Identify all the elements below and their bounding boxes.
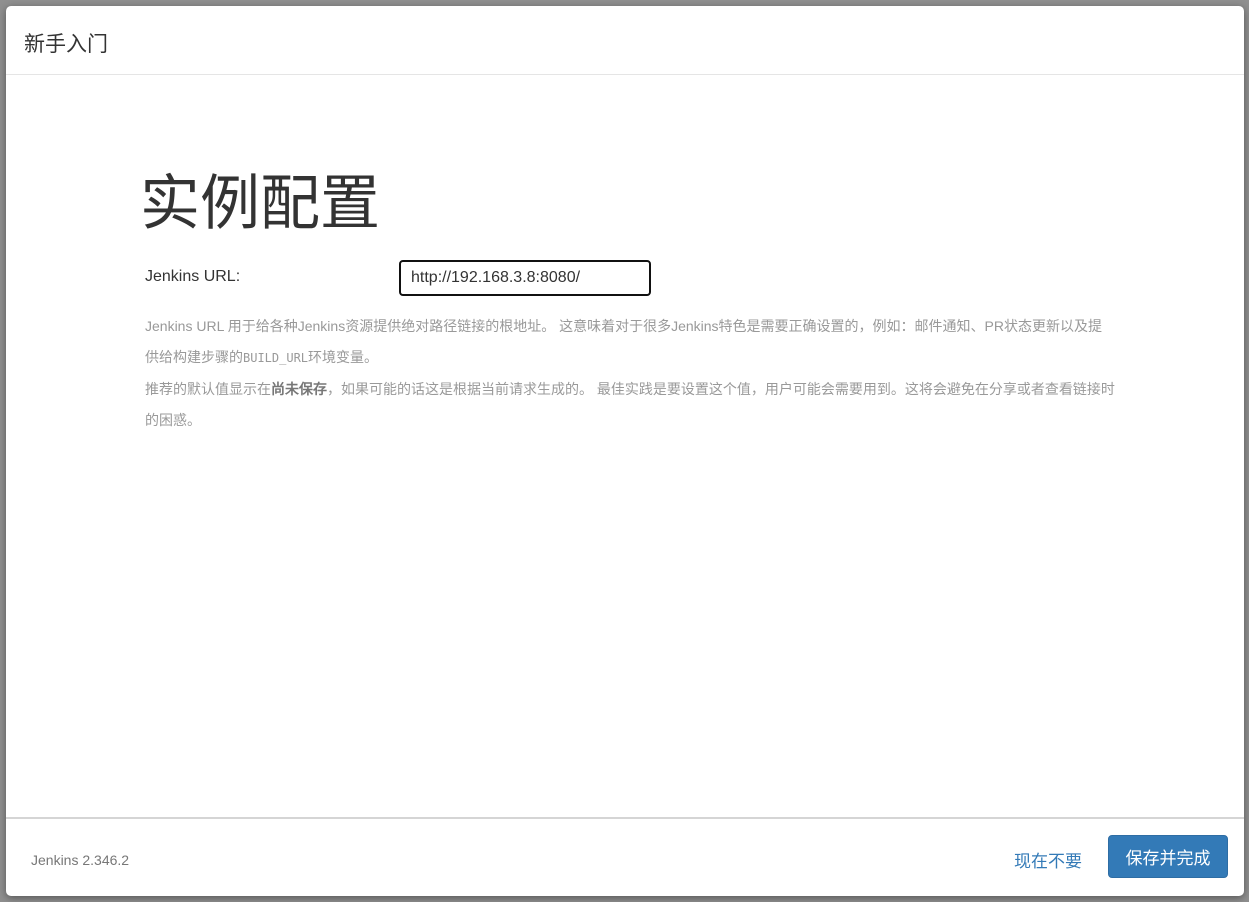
- help-text: Jenkins URL 用于给各种Jenkins资源提供绝对路径链接的根地址。 …: [145, 311, 1115, 436]
- save-and-finish-button[interactable]: 保存并完成: [1108, 835, 1228, 878]
- dialog-title: 新手入门: [24, 33, 108, 56]
- help-text-1b: 环境变量。: [308, 349, 379, 365]
- jenkins-url-input[interactable]: [399, 260, 651, 296]
- skip-button[interactable]: 现在不要: [1014, 847, 1082, 872]
- setup-wizard-dialog: 新手入门 实例配置 Jenkins URL: Jenkins URL 用于给各种…: [6, 6, 1244, 896]
- jenkins-url-label: Jenkins URL:: [145, 268, 241, 285]
- dialog-header: 新手入门: [6, 6, 1244, 75]
- build-url-code: BUILD_URL: [243, 351, 309, 365]
- help-text-2a: 推荐的默认值显示在: [145, 381, 271, 397]
- help-paragraph-2: 推荐的默认值显示在尚未保存，如果可能的话这是根据当前请求生成的。 最佳实践是要设…: [145, 374, 1115, 436]
- help-paragraph-1: Jenkins URL 用于给各种Jenkins资源提供绝对路径链接的根地址。 …: [145, 311, 1115, 374]
- dialog-footer: Jenkins 2.346.2 现在不要 保存并完成: [6, 817, 1244, 896]
- version-label: Jenkins 2.346.2: [31, 852, 130, 868]
- help-text-bold: 尚未保存: [271, 381, 327, 397]
- page-title: 实例配置: [140, 170, 380, 237]
- dialog-body: 实例配置 Jenkins URL: Jenkins URL 用于给各种Jenki…: [6, 75, 1244, 817]
